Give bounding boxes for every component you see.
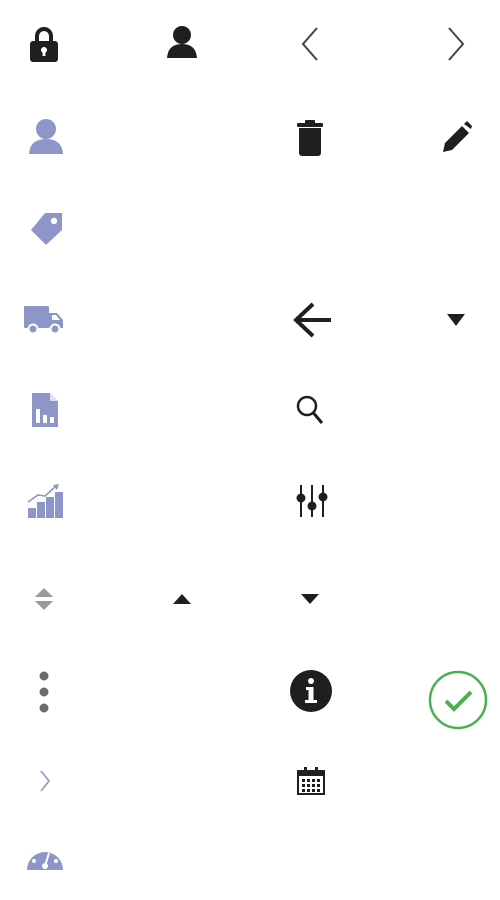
dashboard-gauge-icon[interactable] [27,841,63,871]
sort-icon[interactable] [34,587,54,611]
info-icon[interactable] [290,670,332,712]
tag-icon[interactable] [30,212,64,246]
arrow-left-icon[interactable] [292,301,332,339]
lock-icon[interactable] [28,26,60,62]
calendar-icon[interactable] [297,767,325,795]
user-icon[interactable] [166,25,198,59]
caret-down-icon[interactable] [447,313,465,327]
report-document-icon[interactable] [32,393,58,427]
growth-chart-icon[interactable] [26,484,64,520]
search-icon[interactable] [296,395,324,425]
chevron-left-icon[interactable] [300,26,320,62]
pencil-icon[interactable] [442,121,472,153]
truck-icon[interactable] [24,304,64,336]
chevron-right-small-icon[interactable] [39,770,51,792]
chevron-right-icon[interactable] [446,26,466,62]
sliders-icon[interactable] [296,484,328,518]
user-icon[interactable] [29,118,63,154]
caret-up-icon[interactable] [173,593,191,605]
trash-icon[interactable] [296,120,324,156]
check-circle-icon[interactable] [428,670,488,730]
caret-down-icon[interactable] [301,593,319,605]
kebab-menu-icon[interactable] [38,671,50,713]
